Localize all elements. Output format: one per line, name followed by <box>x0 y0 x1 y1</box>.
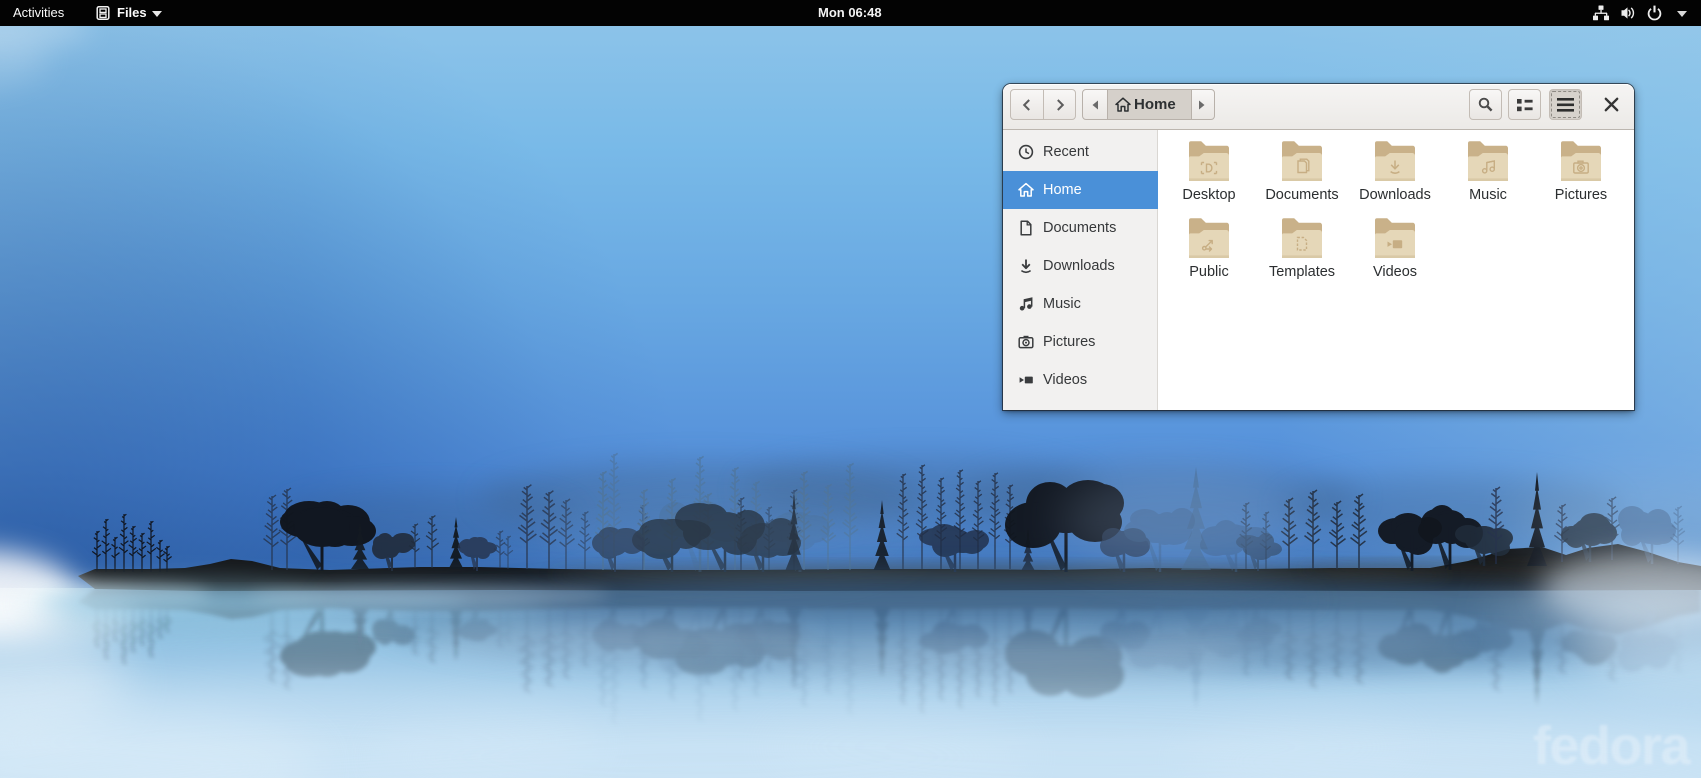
svg-text:fedora: fedora <box>1533 716 1692 776</box>
